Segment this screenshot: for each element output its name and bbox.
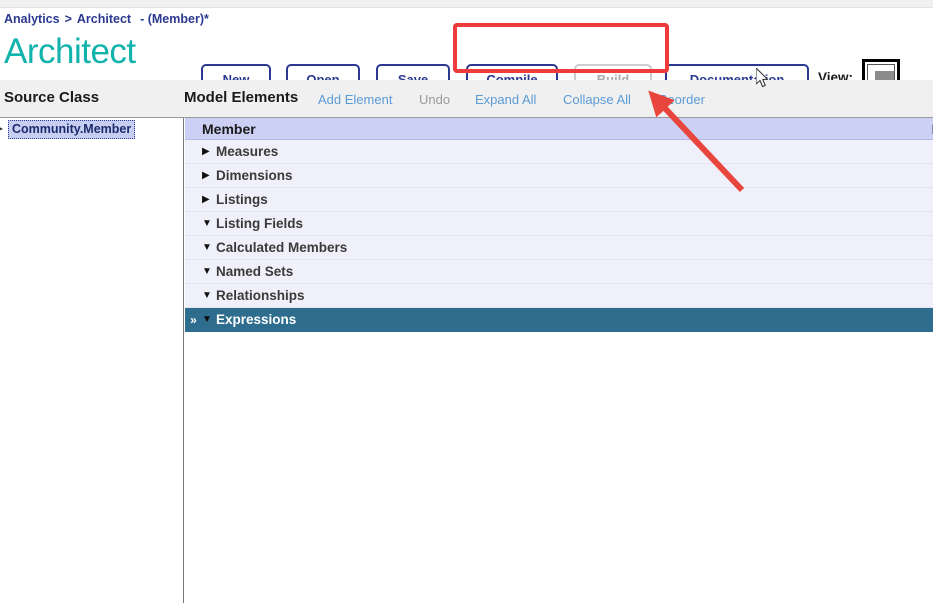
top-strip [0, 0, 933, 8]
undo-link: Undo [419, 92, 451, 107]
triangle-down-icon[interactable]: ▼ [202, 218, 214, 229]
model-tree-header[interactable]: Member E [185, 118, 933, 140]
source-class-panel: ▸ Community.Member [0, 118, 184, 603]
model-tree-row-label: Dimensions [216, 168, 293, 183]
add-element-link[interactable]: Add Element [318, 92, 392, 107]
model-tree-row[interactable]: ▼ Listing Fields [185, 212, 933, 236]
breadcrumb-document-name: - (Member)* [140, 12, 209, 26]
triangle-right-icon[interactable]: ▶ [202, 194, 214, 205]
panel-layout-icon-topbar [867, 64, 895, 71]
row-selected-marker-icon: » [190, 312, 197, 327]
model-tree-row[interactable]: ▶ Measures [185, 140, 933, 164]
sub-toolbar: Source Class Model Elements Add Element … [0, 80, 933, 118]
model-tree-row[interactable]: ▶ Listings [185, 188, 933, 212]
source-class-name[interactable]: Community.Member [8, 119, 136, 139]
model-tree-row-label: Named Sets [216, 264, 294, 279]
reorder-link[interactable]: Reorder [658, 92, 705, 107]
model-tree-row-label: Listing Fields [216, 216, 304, 231]
model-tree-row-label: Expressions [216, 312, 297, 327]
model-tree-row[interactable]: ▼ Relationships [185, 284, 933, 308]
breadcrumb-separator-icon: > [64, 12, 72, 26]
source-class-tree-row[interactable]: ▸ Community.Member [0, 118, 183, 140]
model-elements-panel-title: Model Elements [184, 89, 299, 106]
model-tree-row[interactable]: » ▼ Expressions [185, 308, 933, 332]
model-tree-row-label: Relationships [216, 288, 305, 303]
model-tree-row[interactable]: ▼ Named Sets [185, 260, 933, 284]
model-tree-row[interactable]: ▶ Dimensions [185, 164, 933, 188]
breadcrumb-root[interactable]: Analytics [4, 12, 60, 26]
model-tree-empty-area [185, 332, 933, 603]
triangle-right-icon[interactable]: ▶ [202, 170, 214, 181]
triangle-right-icon[interactable]: ▶ [202, 146, 214, 157]
source-class-panel-title: Source Class [4, 89, 100, 106]
page-title: Architect [4, 32, 136, 71]
model-elements-panel: Member E ▶Measures▶Dimensions▶Listings▼L… [185, 118, 933, 603]
model-tree-header-label: Member [202, 120, 256, 137]
model-tree-row-label: Calculated Members [216, 240, 348, 255]
chevron-right-icon[interactable]: ▸ [0, 125, 8, 133]
architect-app: Analytics > Architect - (Member)* Archit… [0, 0, 933, 603]
triangle-down-icon[interactable]: ▼ [202, 242, 214, 253]
triangle-down-icon[interactable]: ▼ [202, 290, 214, 301]
breadcrumb-section[interactable]: Architect [77, 12, 131, 26]
collapse-all-link[interactable]: Collapse All [563, 92, 631, 107]
triangle-down-icon[interactable]: ▼ [202, 314, 214, 325]
expand-all-link[interactable]: Expand All [475, 92, 536, 107]
model-tree-rows: ▶ Measures ▶ Dimensions ▶ Listings ▼ Listing Fi… [185, 140, 933, 332]
model-tree-row[interactable]: ▼ Calculated Members [185, 236, 933, 260]
breadcrumb: Analytics > Architect - (Member)* [4, 10, 209, 28]
model-tree-row-label: Measures [216, 144, 279, 159]
triangle-down-icon[interactable]: ▼ [202, 266, 214, 277]
model-tree-row-label: Listings [216, 192, 268, 207]
masthead: Architect New Open Save Compile Build Do… [0, 28, 933, 97]
